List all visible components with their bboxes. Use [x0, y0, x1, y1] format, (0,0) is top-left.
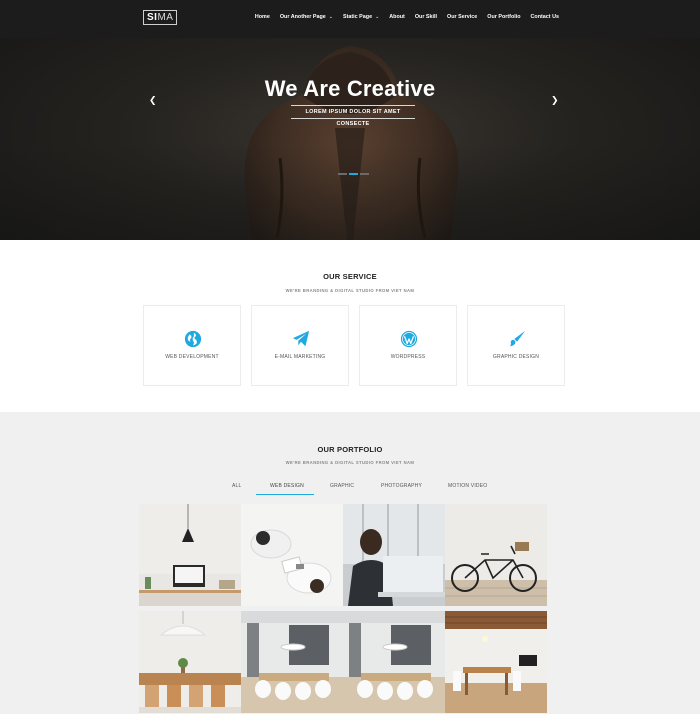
service-label: WORDPRESS [390, 354, 426, 360]
nav-our-service[interactable]: Our Service [447, 14, 477, 20]
chevron-left-icon[interactable]: ❮ [149, 95, 157, 106]
chevron-right-icon[interactable]: ❯ [551, 95, 559, 106]
portfolio-image [445, 611, 547, 713]
paper-plane-icon [292, 330, 310, 347]
nav-our-portfolio[interactable]: Our Portfolio [487, 14, 520, 20]
hero-subtitle: LOREM IPSUM DOLOR SIT AMET CONSECTE [291, 105, 415, 127]
nav-about[interactable]: About [389, 14, 405, 20]
portfolio-item-man-laptop[interactable] [343, 504, 445, 606]
filter-photography[interactable]: PHOTOGRAPHY [381, 483, 422, 489]
chevron-down-icon: ⌄ [375, 14, 380, 20]
nav-our-another-page[interactable]: Our Another Page ⌄ [280, 14, 333, 20]
slider-dot[interactable] [338, 173, 347, 175]
portfolio-item-dining-room[interactable] [139, 611, 241, 713]
site-logo[interactable]: SI MA [143, 10, 178, 25]
portfolio-image [343, 504, 445, 606]
service-card-email-marketing[interactable]: E-MAIL MARKETING [251, 305, 349, 386]
portfolio-image [343, 611, 445, 713]
main-menu: Home Our Another Page ⌄ Static Page ⌄ Abou… [245, 14, 559, 20]
filter-all[interactable]: ALL [232, 483, 242, 489]
portfolio-image [241, 611, 343, 713]
slider-dot-active[interactable] [349, 173, 358, 175]
portfolio-item-desk-lamp[interactable] [139, 504, 241, 606]
nav-home[interactable]: Home [255, 14, 270, 20]
portfolio-item-kitchen-2[interactable] [343, 611, 445, 713]
service-card-graphic-design[interactable]: GRAPHIC DESIGN [467, 305, 565, 386]
nav-our-skill[interactable]: Our Skill [415, 14, 437, 20]
top-navbar: SI MA Home Our Another Page ⌄ Static Page ⌄… [0, 0, 700, 38]
service-section: OUR SERVICE WE'RE BRANDING & DIGITAL STU… [0, 240, 700, 412]
portfolio-title: OUR PORTFOLIO [317, 445, 383, 454]
portfolio-section: OUR PORTFOLIO WE'RE BRANDING & DIGITAL S… [0, 412, 700, 714]
portfolio-subtitle: WE'RE BRANDING & DIGITAL STUDIO FROM VIE… [285, 460, 415, 465]
hero-slider: SI MA Home Our Another Page ⌄ Static Page ⌄… [0, 0, 700, 240]
service-label: WEB DEVELOPMENT [165, 354, 219, 360]
slider-pagination [338, 173, 369, 175]
service-label: GRAPHIC DESIGN [492, 354, 540, 360]
nav-static-page[interactable]: Static Page ⌄ [343, 14, 379, 20]
portfolio-item-meeting[interactable] [241, 504, 343, 606]
portfolio-image [445, 504, 547, 606]
portfolio-filters: ALL WEB DESIGN GRAPHIC PHOTOGRAPHY MOTIO… [0, 483, 700, 497]
wordpress-icon [400, 330, 418, 348]
hero-title: We Are Creative [264, 76, 436, 101]
portfolio-item-bicycle[interactable] [445, 504, 547, 606]
service-subtitle: WE'RE BRANDING & DIGITAL STUDIO FROM VIE… [285, 288, 415, 293]
service-card-wordpress[interactable]: WORDPRESS [359, 305, 457, 386]
nav-contact-us[interactable]: Contact Us [531, 14, 559, 20]
portfolio-image [139, 504, 241, 606]
filter-motion-video[interactable]: MOTION VIDEO [448, 483, 487, 489]
portfolio-item-kitchen[interactable] [241, 611, 343, 713]
portfolio-image [139, 611, 241, 713]
service-label: E-MAIL MARKETING [274, 354, 326, 360]
active-filter-indicator [256, 494, 314, 495]
filter-graphic[interactable]: GRAPHIC [330, 483, 354, 489]
portfolio-item-wooden-dining[interactable] [445, 611, 547, 713]
service-card-web-development[interactable]: WEB DEVELOPMENT [143, 305, 241, 386]
paint-brush-icon [509, 330, 526, 347]
globe-icon [184, 330, 202, 348]
filter-web-design[interactable]: WEB DESIGN [270, 483, 304, 489]
slider-dot[interactable] [360, 173, 369, 175]
chevron-down-icon: ⌄ [328, 14, 333, 20]
portfolio-image [241, 504, 343, 606]
service-title: OUR SERVICE [323, 272, 377, 281]
